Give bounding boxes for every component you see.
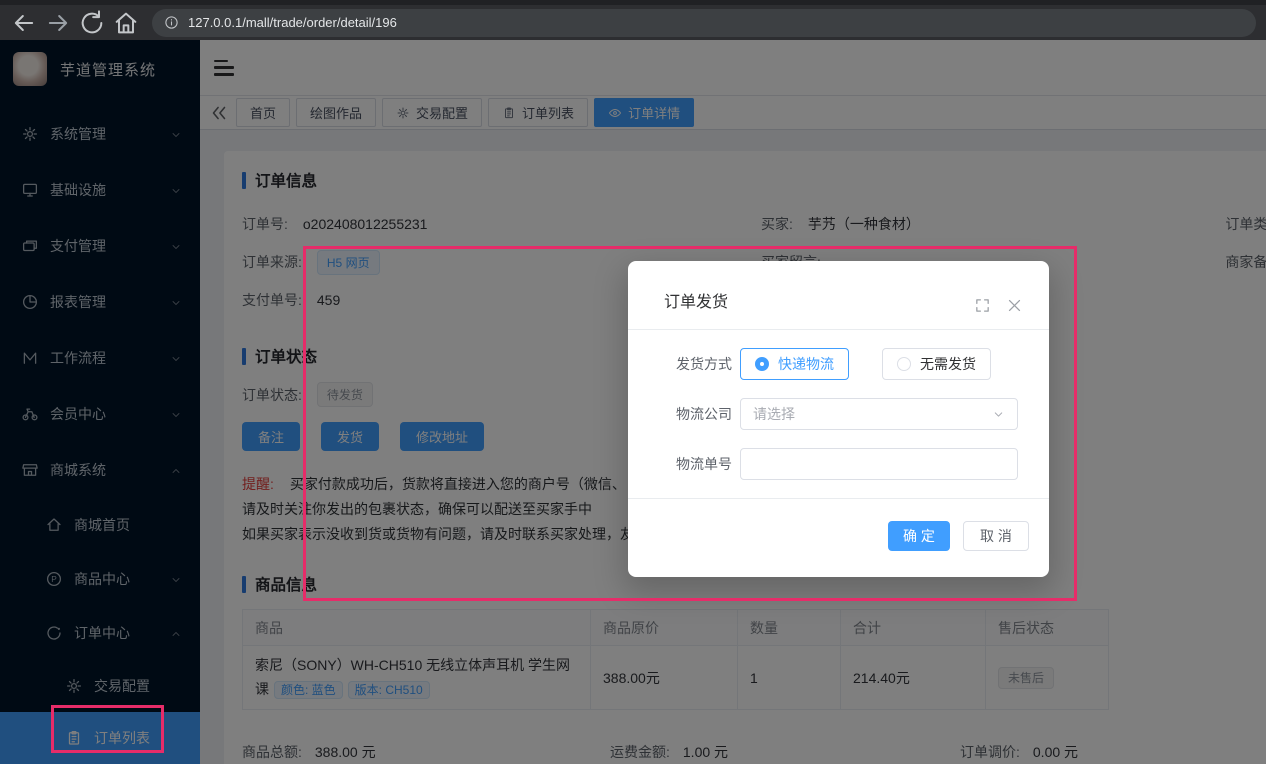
browser-home-icon[interactable]	[112, 9, 140, 37]
tracking-no-input[interactable]	[740, 448, 1018, 480]
radio-no-shipping[interactable]: 无需发货	[882, 348, 991, 380]
dialog-title: 订单发货	[664, 288, 728, 312]
tracking-no-label: 物流单号	[628, 454, 732, 474]
browser-back-icon[interactable]	[10, 9, 38, 37]
radio-unselected-icon	[897, 357, 911, 371]
select-placeholder: 请选择	[753, 404, 795, 424]
fullscreen-icon[interactable]	[974, 297, 991, 314]
radio-selected-icon	[755, 357, 769, 371]
screen: 127.0.0.1/mall/trade/order/detail/196 芋道…	[0, 0, 1266, 764]
url-text: 127.0.0.1/mall/trade/order/detail/196	[188, 15, 397, 30]
dialog-footer: 确 定 取 消	[628, 498, 1049, 567]
close-icon[interactable]	[1006, 297, 1023, 314]
logistics-company-select[interactable]: 请选择	[740, 398, 1018, 430]
url-bar[interactable]: 127.0.0.1/mall/trade/order/detail/196	[152, 9, 1256, 37]
browser-forward-icon[interactable]	[44, 9, 72, 37]
confirm-button[interactable]: 确 定	[888, 521, 950, 551]
site-info-icon[interactable]	[164, 15, 179, 30]
delivery-type-label: 发货方式	[628, 354, 732, 374]
chevron-down-icon	[992, 408, 1005, 421]
browser-reload-icon[interactable]	[78, 9, 106, 37]
cancel-button[interactable]: 取 消	[963, 521, 1029, 551]
browser-chrome: 127.0.0.1/mall/trade/order/detail/196	[0, 0, 1266, 40]
dialog-header: 订单发货	[628, 261, 1049, 330]
ship-order-dialog: 订单发货 发货方式 快递物流 无需发货	[628, 261, 1049, 577]
logistics-company-label: 物流公司	[628, 404, 732, 424]
radio-express-logistics[interactable]: 快递物流	[740, 348, 849, 380]
dialog-body: 发货方式 快递物流 无需发货 物流公司 请选择	[628, 330, 1049, 480]
